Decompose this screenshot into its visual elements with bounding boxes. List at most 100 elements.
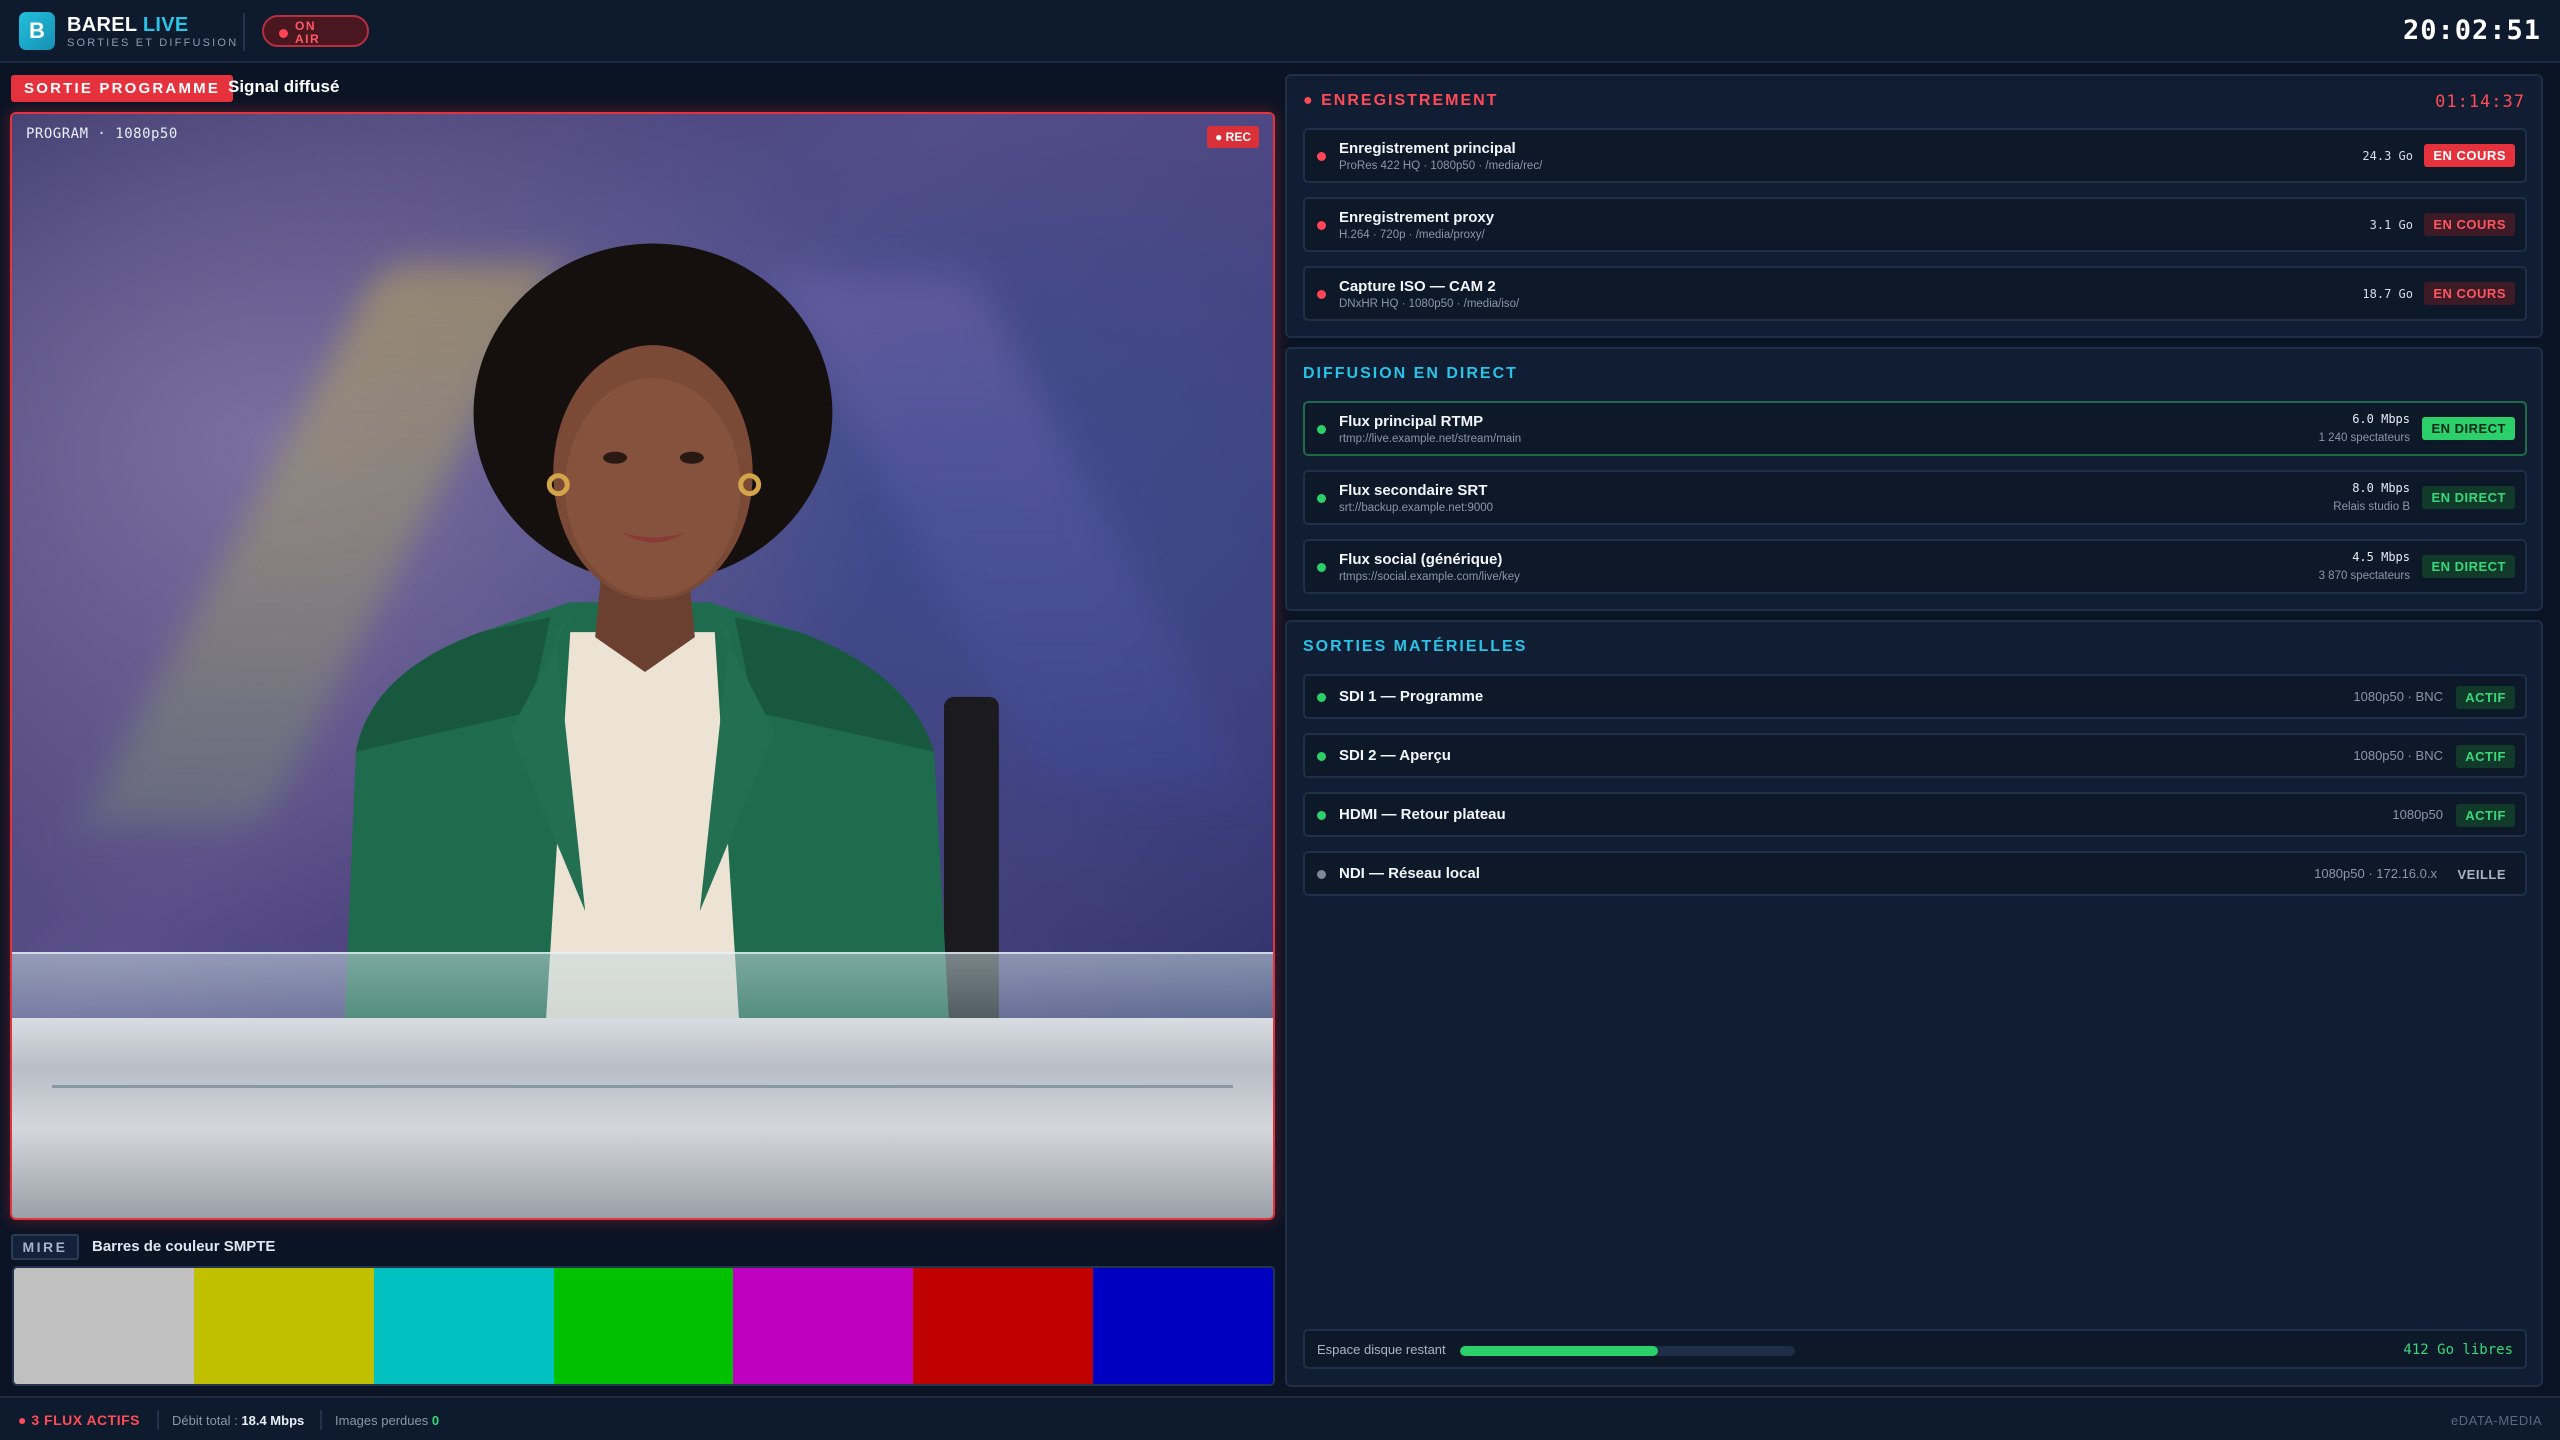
recording-dot-icon [1317,290,1326,299]
stream-audience: Relais studio B [2333,501,2410,513]
color-bar [373,1268,554,1384]
stream-status-badge: EN DIRECT [2422,486,2515,509]
color-bar [553,1268,734,1384]
throughput-value: 18.4 Mbps [241,1413,305,1428]
recording-detail: ProRes 422 HQ · 1080p50 · /media/rec/ [1339,160,1543,172]
recording-status-badge: EN COURS [2424,282,2515,305]
brand-accent: LIVE [142,14,189,36]
stream-status-dot-icon [1317,425,1326,434]
output-status-badge: VEILLE [2457,867,2506,882]
stream-row[interactable]: Flux social (générique) rtmps://social.ex… [1303,539,2527,594]
stream-bitrate: 6.0 Mbps [2352,412,2410,426]
output-status-badge: ACTIF [2456,686,2515,709]
outputs-title: SORTIES MATÉRIELLES [1303,638,1528,655]
dropped-label: Images perdues [335,1413,429,1428]
stream-row[interactable]: Flux principal RTMP rtmp://live.example.n… [1303,401,2527,456]
header-divider [243,13,245,51]
outputs-panel: SORTIES MATÉRIELLES SDI 1 — Programme 108… [1285,620,2543,1387]
desk-trim [52,1085,1233,1088]
output-format: 1080p50 · BNC [2353,689,2443,704]
stream-row[interactable]: Flux secondaire SRT srt://backup.example.… [1303,470,2527,525]
color-bar [733,1268,914,1384]
app-logo: B [19,12,55,50]
output-status-dot-icon [1317,870,1326,879]
footer-divider [157,1410,159,1430]
stream-status-badge: EN DIRECT [2422,417,2515,440]
throughput: Débit total : 18.4 Mbps [172,1413,304,1428]
active-streams-count: ● 3 FLUX ACTIFS [18,1412,140,1428]
stream-bitrate: 4.5 Mbps [2352,550,2410,564]
color-bar [913,1268,1094,1384]
on-air-dot-icon [279,29,288,38]
top-bar: B BAREL LIVE SORTIES ET DIFFUSION ON AIR… [0,0,2560,63]
disk-usage-fill [1460,1346,1658,1356]
recording-title: ● ENREGISTREMENT [1303,92,1499,109]
recording-row[interactable]: Capture ISO — CAM 2 DNxHR HQ · 1080p50 · … [1303,266,2527,321]
output-format: 1080p50 · 172.16.0.x [2314,866,2437,881]
anchor-desk [12,1018,1273,1218]
streaming-panel: DIFFUSION EN DIRECT Flux principal RTMP r… [1285,347,2543,611]
recording-dot-icon [1317,152,1326,161]
brand-title: BAREL LIVE [67,14,189,37]
stream-audience: 1 240 spectateurs [2318,432,2410,444]
footer-divider [320,1410,322,1430]
stream-audience: 3 870 spectateurs [2318,570,2410,582]
recording-detail: DNxHR HQ · 1080p50 · /media/iso/ [1339,298,1520,310]
streaming-title: DIFFUSION EN DIRECT [1303,365,1518,382]
monitor-label: PROGRAM · 1080p50 [26,126,178,142]
footer-brand: eDATA-MEDIA [2451,1413,2542,1428]
recording-row[interactable]: Enregistrement proxy H.264 · 720p · /medi… [1303,197,2527,252]
stream-status-dot-icon [1317,563,1326,572]
output-row[interactable]: NDI — Réseau local 1080p50 · 172.16.0.x VE… [1303,851,2527,896]
output-format: 1080p50 · BNC [2353,748,2443,763]
throughput-label: Débit total : [172,1413,238,1428]
disk-free: 412 Go libres [2403,1342,2513,1358]
output-status-badge: ACTIF [2456,804,2515,827]
output-status-dot-icon [1317,752,1326,761]
recording-name: Enregistrement proxy [1339,209,1495,226]
test-pattern-caption: Barres de couleur SMPTE [92,1238,276,1255]
recording-timer: 01:14:37 [2435,92,2525,112]
recording-status-badge: EN COURS [2424,213,2515,236]
program-monitor[interactable]: PROGRAM · 1080p50 ● REC [10,112,1275,1220]
stream-status-badge: EN DIRECT [2422,555,2515,578]
output-row[interactable]: SDI 1 — Programme 1080p50 · BNC ACTIF [1303,674,2527,719]
output-row[interactable]: HDMI — Retour plateau 1080p50 ACTIF [1303,792,2527,837]
on-air-indicator[interactable]: ON AIR [262,15,369,47]
recording-detail: H.264 · 720p · /media/proxy/ [1339,229,1485,241]
output-name: HDMI — Retour plateau [1339,806,1506,823]
stream-bitrate: 8.0 Mbps [2352,481,2410,495]
stream-url: rtmps://social.example.com/live/key [1339,571,1520,583]
disk-label: Espace disque restant [1317,1342,1446,1357]
dropped-frames: Images perdues 0 [335,1413,439,1428]
recording-size: 18.7 Go [2362,287,2413,301]
color-bar [1093,1268,1273,1384]
dropped-value: 0 [431,1413,440,1428]
brand-main: BAREL [67,14,138,36]
color-bar [193,1268,374,1384]
program-tag: SORTIE PROGRAMME [11,75,234,102]
output-name: SDI 1 — Programme [1339,688,1484,705]
stream-url: rtmp://live.example.net/stream/main [1339,433,1522,445]
output-format: 1080p50 [2392,807,2443,822]
brand-subtitle: SORTIES ET DIFFUSION [67,37,239,49]
rec-badge: ● REC [1207,126,1259,148]
clock: 20:02:51 [2402,15,2541,46]
recording-status-badge: EN COURS [2424,144,2515,167]
test-pattern-tag: MIRE [11,1234,79,1260]
recording-name: Enregistrement principal [1339,140,1516,157]
recording-name: Capture ISO — CAM 2 [1339,278,1496,295]
recording-row[interactable]: Enregistrement principal ProRes 422 HQ · … [1303,128,2527,183]
recording-dot-icon [1317,221,1326,230]
stream-name: Flux secondaire SRT [1339,482,1488,499]
output-status-badge: ACTIF [2456,745,2515,768]
stream-name: Flux principal RTMP [1339,413,1484,430]
disk-space: Espace disque restant 412 Go libres [1303,1329,2527,1369]
recording-size: 24.3 Go [2362,149,2413,163]
output-row[interactable]: SDI 2 — Aperçu 1080p50 · BNC ACTIF [1303,733,2527,778]
status-bar: ● 3 FLUX ACTIFS Débit total : 18.4 Mbps … [0,1396,2560,1440]
disk-usage-bar [1460,1346,1795,1356]
program-caption: Signal diffusé [228,77,340,96]
on-air-label: ON AIR [295,19,321,46]
color-bars[interactable] [12,1266,1275,1386]
